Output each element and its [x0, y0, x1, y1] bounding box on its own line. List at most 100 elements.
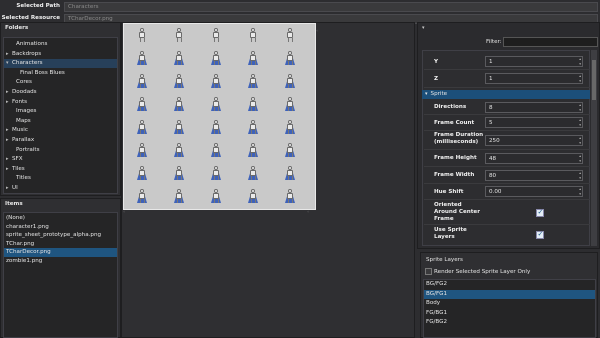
sprite-layers-list[interactable]: BG/FG2 BG/FG1 Body FG/BG1 FG/BG2 — [423, 279, 596, 338]
selected-path-field[interactable]: Characters — [64, 2, 598, 12]
render-selected-option[interactable]: Render Selected Sprite Layer Only — [425, 268, 530, 275]
sprite-layer-item[interactable]: BG/FG2 — [424, 280, 595, 290]
folder-item-label: Portraits — [16, 146, 40, 153]
panel-collapse-icon[interactable]: ▾ — [422, 25, 425, 31]
folder-item-label: UI — [12, 185, 18, 191]
sprite-frame — [136, 96, 148, 112]
sprite-legs — [176, 176, 182, 180]
sprite-legs — [250, 176, 256, 180]
folder-item[interactable]: ▸ Backdrops — [4, 50, 117, 59]
sprite-frame — [247, 188, 259, 204]
properties-scrollbar[interactable] — [591, 50, 597, 246]
sprite-legs — [139, 199, 145, 203]
sprite-frame — [210, 188, 222, 204]
sprite-layer-item[interactable]: FG/BG1 — [424, 309, 595, 319]
prop-y-label: Y — [434, 59, 439, 65]
folder-item[interactable]: Final Boss Blues — [4, 69, 117, 78]
prop-frame-count-input[interactable]: 5 — [485, 117, 583, 128]
sprite-frame — [247, 27, 259, 43]
render-selected-label: Render Selected Sprite Layer Only — [434, 269, 531, 275]
sprite-legs — [176, 61, 182, 65]
prop-frame-count-label: Frame Count — [434, 120, 475, 126]
sprite-legs — [250, 84, 256, 88]
sprite-frame — [210, 50, 222, 66]
canvas-resize-handle-bl[interactable]: ◦ — [123, 209, 125, 214]
item-entry[interactable]: TChar.png — [4, 240, 117, 249]
folder-item-label: Cores — [16, 79, 32, 86]
folder-item[interactable]: Cores — [4, 78, 117, 87]
prop-use-sprite-layers-checkbox[interactable] — [536, 230, 544, 239]
canvas-resize-handle-top[interactable]: ◦ — [316, 28, 318, 33]
sprite-frame — [247, 73, 259, 89]
item-entry[interactable]: (None) — [4, 214, 117, 223]
sprite-legs — [213, 38, 219, 42]
prop-row-frame-duration: Frame Duration (milliseconds) 250 — [424, 131, 590, 150]
sprite-legs — [287, 176, 293, 180]
prop-frame-duration-input[interactable]: 250 — [485, 135, 583, 146]
selected-path-row: Selected Path Characters — [0, 1, 600, 12]
folder-item[interactable]: ▸ Fonts — [4, 98, 117, 107]
sprite-legs — [213, 61, 219, 65]
folder-item[interactable]: ▸ Music — [4, 126, 117, 135]
sprite-frame — [210, 119, 222, 135]
sprite-legs — [250, 153, 256, 157]
sprite-layer-item[interactable]: Body — [424, 299, 595, 309]
folder-item-label: Fonts — [12, 98, 28, 105]
prop-y-input[interactable]: 1 — [485, 56, 583, 67]
folder-item-label: Maps — [16, 117, 31, 124]
sprite-frame — [284, 142, 296, 158]
prop-z-input[interactable]: 1 — [485, 73, 583, 84]
folder-item-label: Doodads — [12, 89, 37, 95]
prop-hue-shift-input[interactable]: 0.00 — [485, 186, 583, 197]
prop-frame-width-input[interactable]: 80 — [485, 170, 583, 181]
item-entry[interactable]: TCharDecor.png — [4, 248, 117, 257]
item-entry[interactable]: zombie1.png — [4, 257, 117, 266]
sprite-frame — [173, 188, 185, 204]
folder-item-label: Music — [12, 127, 28, 134]
folder-item-label: SFX — [12, 156, 23, 163]
sprite-legs — [139, 153, 145, 157]
filter-input[interactable] — [503, 37, 598, 47]
sprite-frame — [284, 119, 296, 135]
folder-item[interactable]: ▸ Parallax — [4, 136, 117, 145]
folder-item[interactable]: ▾ Characters — [4, 59, 117, 69]
prop-directions-input[interactable]: 8 — [485, 102, 583, 113]
folder-item[interactable]: ▸ SFX — [4, 155, 117, 164]
folder-item[interactable]: ▸ UI — [4, 184, 117, 193]
sprite-legs — [287, 130, 293, 134]
folder-item[interactable]: ▸ Tiles — [4, 165, 117, 174]
sprite-legs — [176, 107, 182, 111]
items-list[interactable]: (None) character1.png sprite_sheet_prototy… — [3, 212, 118, 338]
sprite-legs — [287, 61, 293, 65]
chevron-down-icon: ▾ — [425, 91, 428, 97]
folder-item[interactable]: Maps — [4, 117, 117, 126]
folder-item[interactable]: Animations — [4, 40, 117, 49]
sprite-frame — [136, 73, 148, 89]
prop-directions-label: Directions — [434, 104, 467, 110]
prop-frame-height-input[interactable]: 48 — [485, 153, 583, 164]
folder-item-label: Animations — [16, 41, 48, 47]
sprite-legs — [250, 107, 256, 111]
render-selected-checkbox[interactable] — [425, 268, 432, 275]
sprite-legs — [213, 176, 219, 180]
sprite-frame — [210, 142, 222, 158]
item-entry[interactable]: character1.png — [4, 223, 117, 232]
sprite-layer-item[interactable]: BG/FG1 — [424, 289, 595, 299]
sprite-frame — [173, 119, 185, 135]
sprite-section-header[interactable]: ▾ Sprite — [422, 90, 590, 99]
folder-item[interactable]: Images — [4, 107, 117, 116]
scrollbar-thumb[interactable] — [592, 60, 596, 100]
canvas-resize-handle-br[interactable]: ◦ — [307, 209, 309, 214]
sprite-sheet-canvas[interactable] — [123, 23, 316, 210]
sprite-legs — [287, 153, 293, 157]
sprite-legs — [213, 107, 219, 111]
folders-tree[interactable]: Animations ▸ Backdrops ▾ Characters Final Bos… — [3, 37, 118, 194]
folder-item[interactable]: Portraits — [4, 146, 117, 155]
sprite-frame — [173, 142, 185, 158]
folder-item[interactable]: Titles — [4, 174, 117, 183]
prop-row-oriented: Oriented Around Center Frame — [424, 200, 590, 225]
folder-item[interactable]: ▸ Doodads — [4, 88, 117, 97]
sprite-layer-item[interactable]: FG/BG2 — [424, 318, 595, 328]
item-entry[interactable]: sprite_sheet_prototype_alpha.png — [4, 231, 117, 240]
prop-oriented-checkbox[interactable] — [536, 208, 544, 217]
